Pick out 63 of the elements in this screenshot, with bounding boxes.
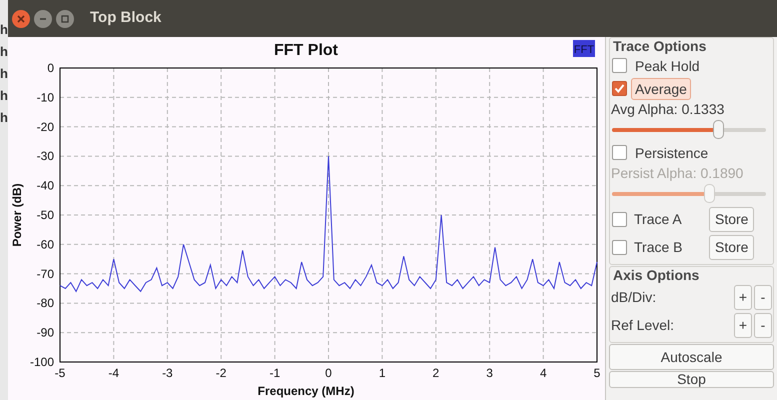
y-tick-label: -30 [36,149,54,164]
step-button[interactable]: + [734,284,752,310]
slider-handle[interactable] [713,120,724,138]
chart-title: FFT Plot [274,42,338,59]
y-tick-label: -90 [36,326,54,340]
slider-label: Persist Alpha: 0.1890 [611,164,744,182]
x-axis-label: Frequency (MHz) [258,384,354,398]
close-icon[interactable] [12,10,30,28]
minimize-icon[interactable] [34,10,52,28]
checkbox-label[interactable]: Average [631,78,691,100]
x-tick-label: 0 [325,366,332,380]
slider[interactable] [612,120,766,140]
window-title: Top Block [90,8,162,28]
step-button[interactable]: - [754,284,772,310]
y-tick-label: -10 [36,90,54,104]
action-button[interactable]: Autoscale [609,344,774,370]
x-tick-label: 5 [594,366,600,380]
y-tick-label: -20 [36,120,54,134]
background-text: h [0,22,8,38]
checkbox-label[interactable]: Trace B [631,236,705,258]
y-tick-label: -80 [36,296,54,310]
checkbox-label[interactable]: Persistence [631,142,712,164]
x-tick-label: -3 [162,366,173,380]
step-button[interactable]: - [754,312,772,338]
background-text: h [0,88,8,104]
x-tick-label: 3 [486,366,493,380]
slider[interactable] [612,184,766,204]
x-tick-label: 4 [540,366,547,380]
x-tick-label: -5 [54,366,66,380]
y-axis-label: Power (dB) [10,183,24,247]
slider-handle[interactable] [704,184,716,202]
checkbox-label[interactable]: Trace A [631,208,705,230]
group-title: Trace Options [612,38,708,54]
checkbox[interactable] [612,81,627,96]
x-tick-label: -2 [216,366,226,380]
y-tick-label: -70 [36,266,54,281]
action-button[interactable]: Stop [609,371,774,388]
checkbox[interactable] [612,145,627,160]
checkbox[interactable] [612,240,627,254]
background-text: h [0,66,8,82]
y-tick-label: -100 [30,355,54,369]
axis-label: Ref Level: [611,316,676,334]
checkbox[interactable] [612,58,627,73]
axis-label: dB/Div: [611,288,658,306]
store-button[interactable]: Store [709,206,754,232]
legend: FFT [573,40,595,57]
x-tick-label: 1 [378,366,386,380]
x-tick-label: 2 [432,366,440,380]
group-title: Axis Options [612,267,700,283]
slider-label: Avg Alpha: 0.1333 [611,100,726,118]
checkbox-label[interactable]: Peak Hold [631,54,704,76]
y-tick-label: -50 [36,208,54,222]
checkbox[interactable] [612,212,627,226]
y-tick-label: -40 [36,178,54,193]
maximize-icon[interactable] [56,10,74,28]
x-tick-label: -4 [108,366,120,380]
background-text: h [0,44,8,60]
store-button[interactable]: Store [709,234,754,260]
y-tick-label: -60 [36,237,54,252]
x-tick-label: -1 [269,366,280,380]
step-button[interactable]: + [734,312,752,338]
y-tick-label: 0 [47,61,54,75]
background-text: h [0,110,8,126]
